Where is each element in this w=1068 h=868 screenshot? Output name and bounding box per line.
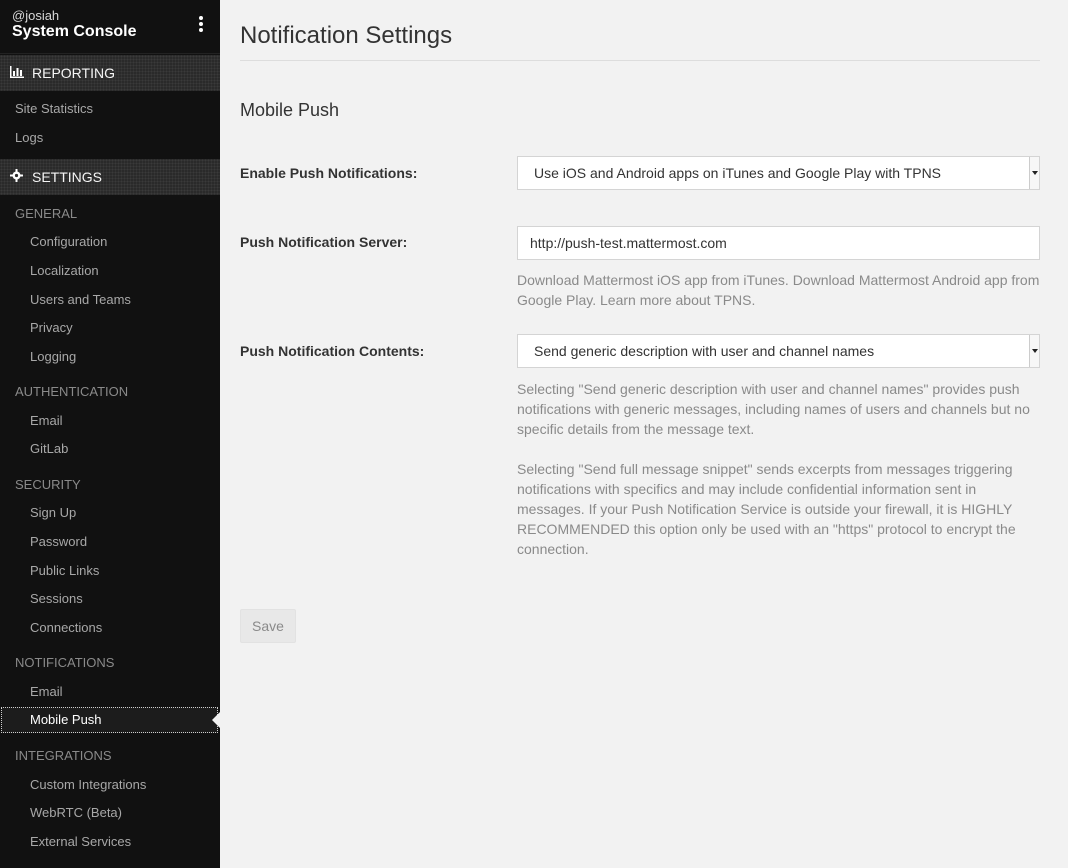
push-contents-value: Send generic description with user and c… — [534, 343, 875, 359]
page-title: Notification Settings — [240, 22, 453, 49]
sidebar-item-localization[interactable]: Localization — [30, 263, 99, 278]
sidebar-item-connections[interactable]: Connections — [30, 620, 102, 635]
enable-push-select[interactable]: Use iOS and Android apps on iTunes and G… — [517, 156, 1040, 190]
sidebar-item-custom-integrations[interactable]: Custom Integrations — [30, 777, 146, 792]
group-security: SECURITY — [15, 477, 81, 492]
sidebar-item-sign-up[interactable]: Sign Up — [30, 505, 76, 520]
sidebar-item-public-links[interactable]: Public Links — [30, 563, 99, 578]
sidebar-item-logging[interactable]: Logging — [30, 349, 76, 364]
push-contents-help-full: Selecting "Send full message snippet" se… — [517, 461, 1016, 557]
sidebar-item-mobile-push[interactable]: Mobile Push — [1, 707, 218, 733]
sidebar-item-sessions[interactable]: Sessions — [30, 591, 83, 606]
vertical-dots-icon[interactable] — [196, 16, 206, 36]
settings-section-header: SETTINGS — [0, 159, 220, 195]
group-integrations: INTEGRATIONS — [15, 748, 112, 763]
sidebar-item-users-and-teams[interactable]: Users and Teams — [30, 292, 131, 307]
sidebar-item-privacy[interactable]: Privacy — [30, 320, 73, 335]
sidebar-header: @josiah System Console — [0, 0, 220, 54]
sidebar-item-gitlab[interactable]: GitLab — [30, 441, 68, 456]
sidebar-item-webrtc[interactable]: WebRTC (Beta) — [30, 805, 122, 820]
push-contents-select[interactable]: Send generic description with user and c… — [517, 334, 1040, 368]
enable-push-value: Use iOS and Android apps on iTunes and G… — [534, 165, 942, 181]
sidebar-item-configuration[interactable]: Configuration — [30, 234, 107, 249]
group-notifications: NOTIFICATIONS — [15, 655, 115, 670]
push-server-help: Download Mattermost iOS app from iTunes.… — [517, 272, 1040, 308]
enable-push-label: Enable Push Notifications: — [240, 165, 418, 181]
console-title: System Console — [12, 23, 137, 40]
sidebar-item-site-statistics[interactable]: Site Statistics — [15, 101, 93, 116]
sidebar-item-password[interactable]: Password — [30, 534, 87, 549]
reporting-section-header: REPORTING — [0, 55, 220, 91]
settings-label: SETTINGS — [32, 169, 103, 185]
sidebar-item-external-services[interactable]: External Services — [30, 834, 131, 849]
push-server-label: Push Notification Server: — [240, 234, 408, 250]
group-authentication: AUTHENTICATION — [15, 384, 129, 399]
active-indicator-arrow — [212, 712, 220, 728]
push-contents-help-generic: Selecting "Send generic description with… — [517, 381, 1030, 437]
sidebar-item-notif-email[interactable]: Email — [30, 684, 63, 699]
group-general: GENERAL — [15, 206, 78, 221]
save-button[interactable]: Save — [240, 609, 296, 643]
sidebar-item-auth-email[interactable]: Email — [30, 413, 63, 428]
push-server-input[interactable]: http://push-test.mattermost.com — [517, 226, 1040, 260]
gear-icon — [10, 159, 26, 195]
chevron-down-icon — [1029, 335, 1039, 367]
sidebar: @josiah System Console REPORTING Site St… — [0, 0, 220, 868]
reporting-label: REPORTING — [32, 65, 115, 81]
title-divider — [240, 60, 1040, 61]
sidebar-item-logs[interactable]: Logs — [15, 130, 43, 145]
bar-chart-icon — [10, 55, 26, 91]
username: @josiah — [12, 8, 60, 23]
main-content: Notification Settings Mobile Push Enable… — [220, 0, 1068, 868]
push-contents-label: Push Notification Contents: — [240, 343, 425, 359]
section-title: Mobile Push — [240, 100, 340, 120]
chevron-down-icon — [1029, 157, 1039, 189]
